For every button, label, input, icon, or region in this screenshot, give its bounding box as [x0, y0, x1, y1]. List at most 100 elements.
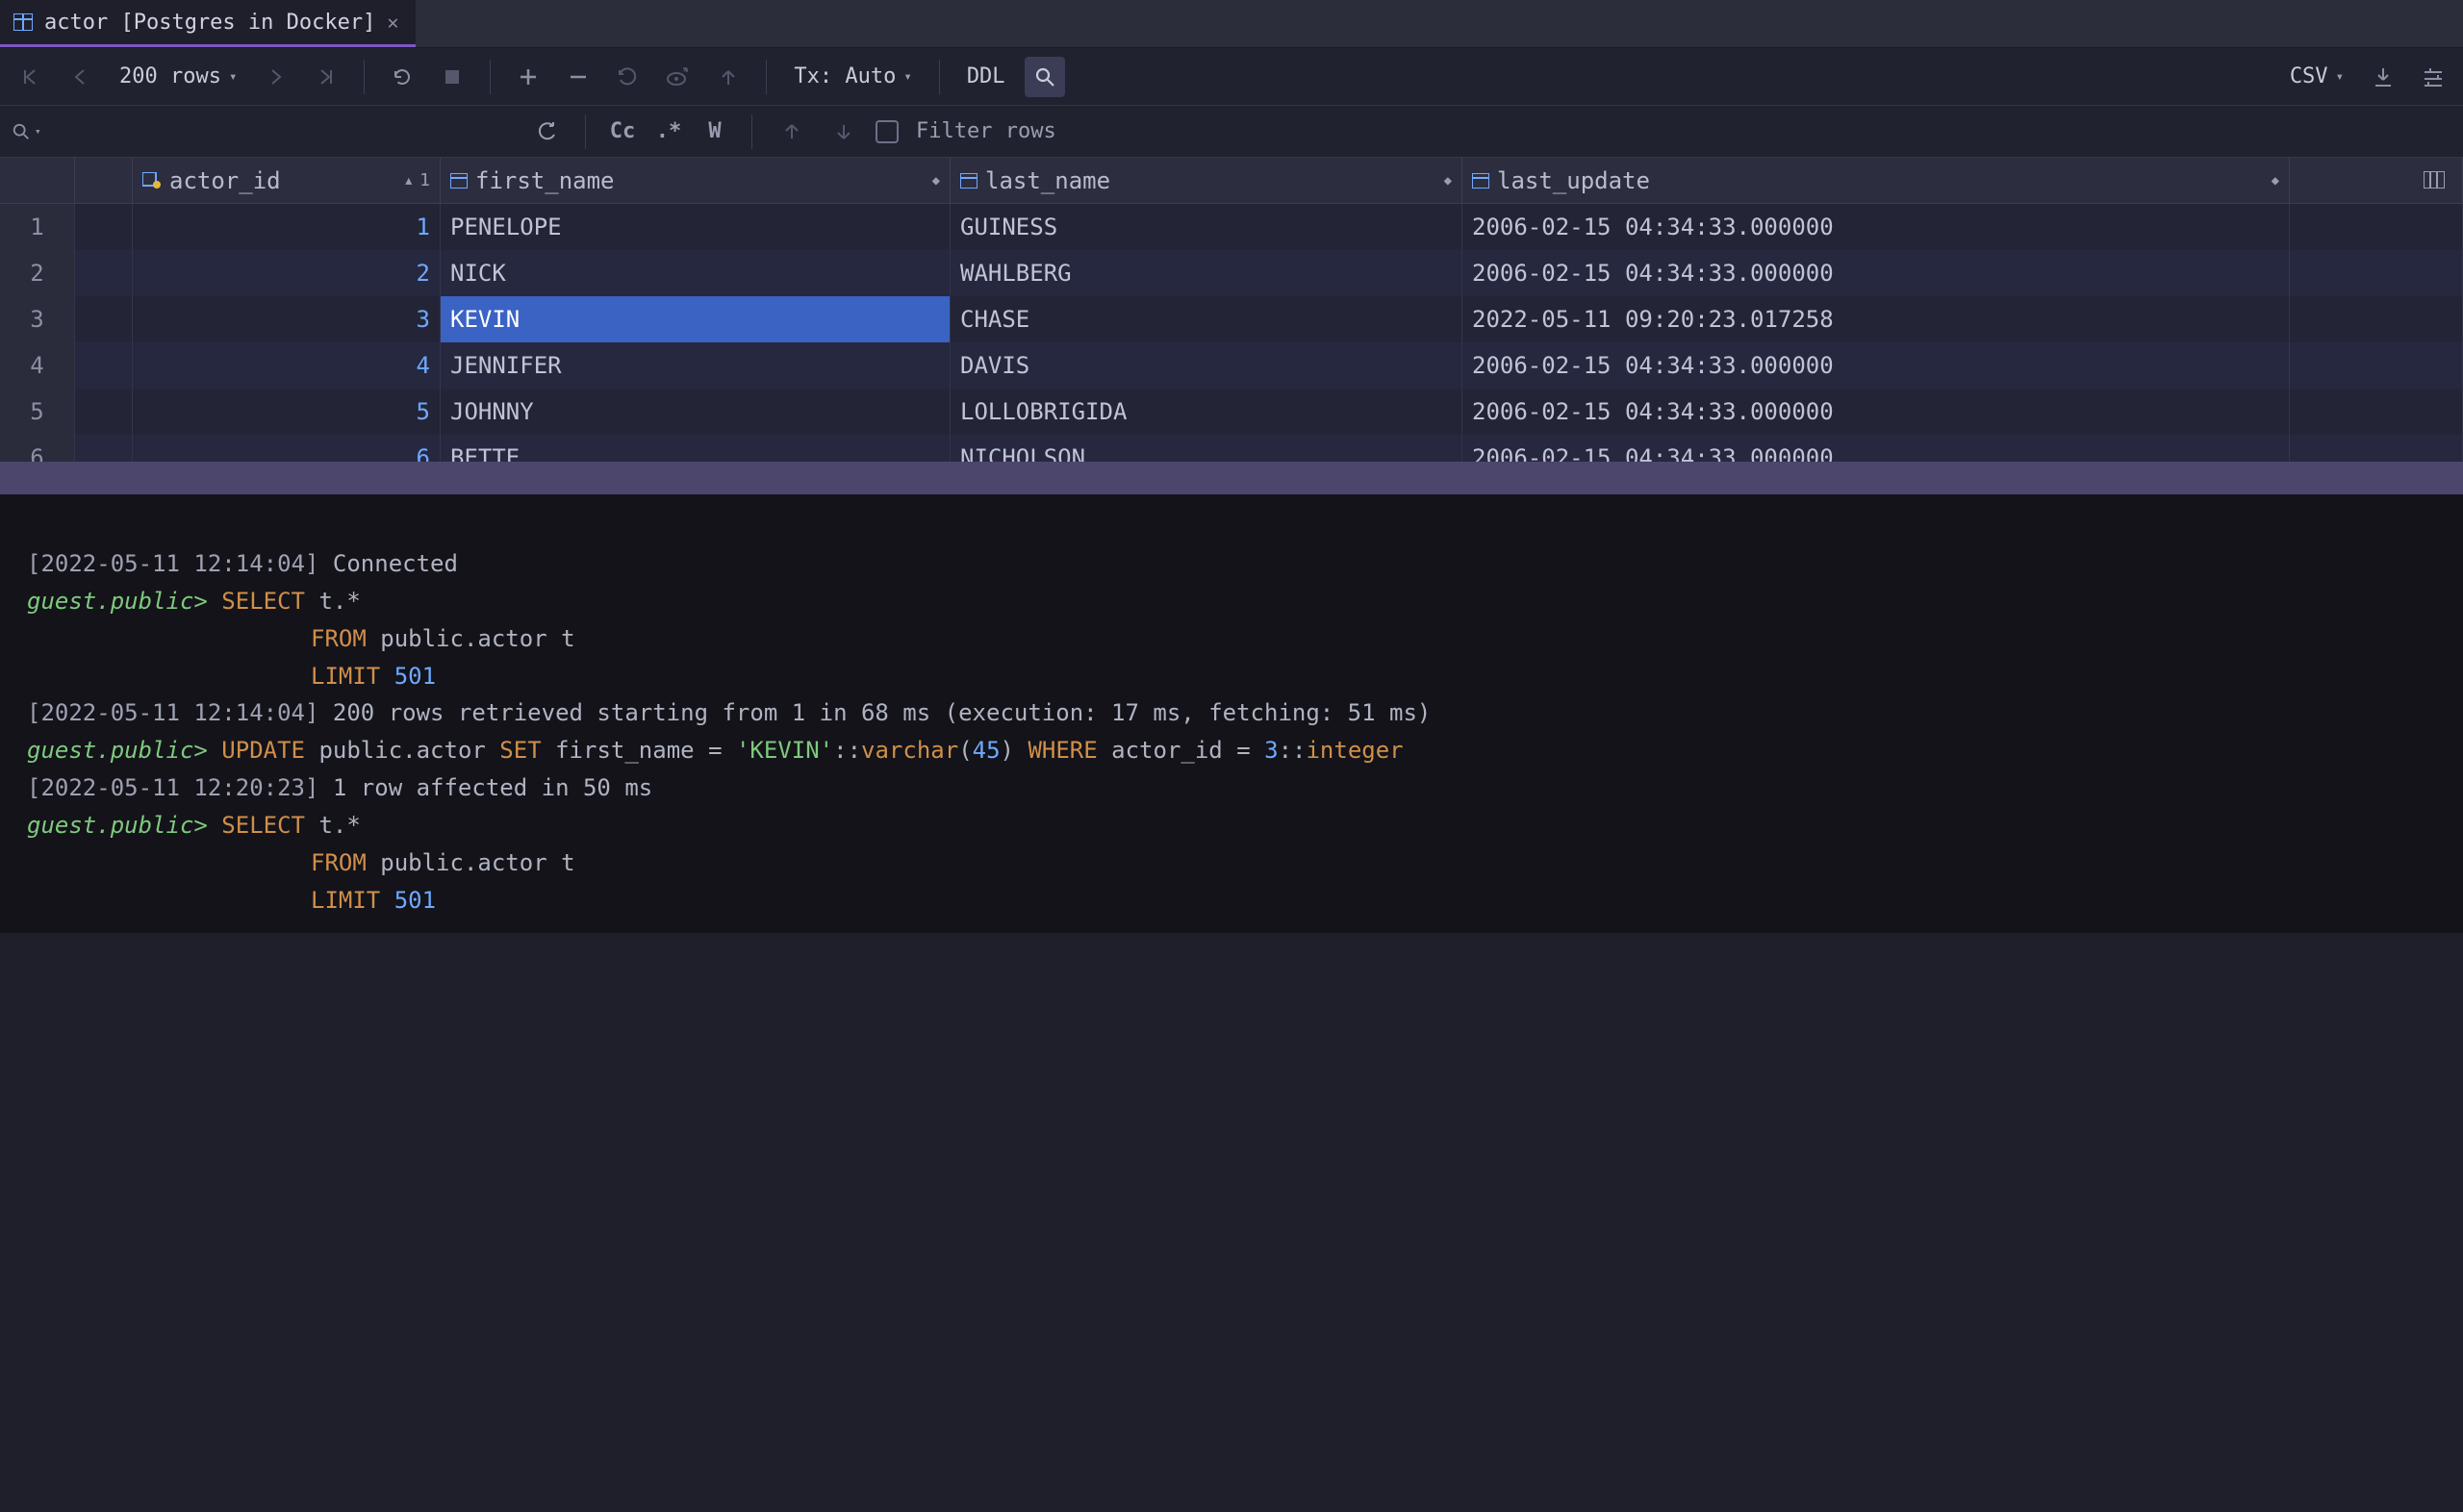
- splitter[interactable]: [0, 462, 2463, 494]
- key-column-icon: [142, 172, 162, 189]
- table-row[interactable]: 22NICKWAHLBERG2006-02-15 04:34:33.000000: [0, 250, 2463, 296]
- hidden-cell: [75, 389, 133, 435]
- row-number-header: [0, 158, 75, 203]
- last-page-button[interactable]: [306, 57, 346, 97]
- cell-first-name[interactable]: KEVIN: [441, 296, 951, 342]
- table-row[interactable]: 66BETTENICHOLSON2006-02-15 04:34:33.0000…: [0, 435, 2463, 462]
- table-body: 11PENELOPEGUINESS2006-02-15 04:34:33.000…: [0, 204, 2463, 462]
- table-icon: [13, 13, 33, 31]
- match-case-toggle[interactable]: Cc: [605, 114, 640, 149]
- filter-checkbox[interactable]: [876, 120, 899, 143]
- revert-button[interactable]: [608, 57, 648, 97]
- prev-match-button[interactable]: [772, 112, 812, 152]
- console-prompt: guest.public>: [27, 588, 208, 615]
- cell-last-name[interactable]: CHASE: [951, 296, 1462, 342]
- cell-last-update[interactable]: 2006-02-15 04:34:33.000000: [1462, 342, 2290, 389]
- hidden-cell: [75, 342, 133, 389]
- sort-chevron-icon: ◆: [2272, 173, 2279, 189]
- export-selector[interactable]: CSV ▾: [2280, 59, 2353, 94]
- cell-last-name[interactable]: LOLLOBRIGIDA: [951, 389, 1462, 435]
- chevron-down-icon: ▾: [903, 69, 911, 85]
- rows-selector[interactable]: 200 rows ▾: [110, 59, 246, 94]
- cell-last-update[interactable]: 2022-05-11 09:20:23.017258: [1462, 296, 2290, 342]
- column-header-last-update[interactable]: last_update ◆: [1462, 158, 2290, 203]
- cell-empty: [2290, 389, 2463, 435]
- cell-first-name[interactable]: PENELOPE: [441, 204, 951, 250]
- log-message: Connected: [333, 550, 458, 577]
- tab-actor[interactable]: actor [Postgres in Docker] ✕: [0, 0, 416, 47]
- cell-empty: [2290, 204, 2463, 250]
- cell-first-name[interactable]: JOHNNY: [441, 389, 951, 435]
- regex-toggle[interactable]: .*: [651, 114, 686, 149]
- column-name: last_name: [985, 167, 1110, 194]
- console-prompt: guest.public>: [27, 737, 208, 764]
- rows-label: 200 rows: [119, 64, 221, 88]
- table-row[interactable]: 44JENNIFERDAVIS2006-02-15 04:34:33.00000…: [0, 342, 2463, 389]
- column-icon: [960, 173, 978, 189]
- table-header: actor_id ▴ 1 first_name ◆ last_name ◆ la…: [0, 158, 2463, 204]
- ddl-button[interactable]: DDL: [957, 59, 1015, 94]
- words-toggle[interactable]: W: [698, 114, 732, 149]
- cell-actor-id[interactable]: 4: [133, 342, 441, 389]
- prev-page-button[interactable]: [60, 57, 100, 97]
- cell-actor-id[interactable]: 3: [133, 296, 441, 342]
- table-row[interactable]: 55JOHNNYLOLLOBRIGIDA2006-02-15 04:34:33.…: [0, 389, 2463, 435]
- column-name: first_name: [475, 167, 615, 194]
- stop-button[interactable]: [432, 57, 472, 97]
- cell-last-update[interactable]: 2006-02-15 04:34:33.000000: [1462, 435, 2290, 462]
- sort-chevron-icon: ◆: [1444, 173, 1452, 189]
- cell-actor-id[interactable]: 1: [133, 204, 441, 250]
- tx-mode-selector[interactable]: Tx: Auto ▾: [784, 59, 921, 94]
- cell-last-update[interactable]: 2006-02-15 04:34:33.000000: [1462, 250, 2290, 296]
- cell-actor-id[interactable]: 6: [133, 435, 441, 462]
- column-settings-button[interactable]: [2290, 158, 2463, 203]
- cell-first-name[interactable]: NICK: [441, 250, 951, 296]
- sort-chevron-icon: ◆: [932, 173, 940, 189]
- close-icon[interactable]: ✕: [387, 11, 398, 34]
- history-button[interactable]: [525, 112, 566, 152]
- settings-button[interactable]: [2413, 57, 2453, 97]
- cell-last-name[interactable]: WAHLBERG: [951, 250, 1462, 296]
- console-output: [2022-05-11 12:14:04] Connected guest.pu…: [0, 494, 2463, 933]
- chevron-down-icon: ▾: [35, 125, 41, 138]
- add-row-button[interactable]: [508, 57, 548, 97]
- column-header-actor-id[interactable]: actor_id ▴ 1: [133, 158, 441, 203]
- cell-actor-id[interactable]: 2: [133, 250, 441, 296]
- search-button[interactable]: [1025, 57, 1065, 97]
- next-match-button[interactable]: [824, 112, 864, 152]
- next-page-button[interactable]: [256, 57, 296, 97]
- download-button[interactable]: [2363, 57, 2403, 97]
- delete-row-button[interactable]: [558, 57, 598, 97]
- local-search-button[interactable]: ▾: [12, 122, 41, 141]
- hidden-cell: [75, 250, 133, 296]
- column-header-last-name[interactable]: last_name ◆: [951, 158, 1462, 203]
- cell-first-name[interactable]: BETTE: [441, 435, 951, 462]
- table-row[interactable]: 33KEVINCHASE2022-05-11 09:20:23.017258: [0, 296, 2463, 342]
- ddl-label: DDL: [967, 64, 1005, 88]
- cell-last-name[interactable]: DAVIS: [951, 342, 1462, 389]
- column-icon: [1472, 173, 1489, 189]
- log-message: 1 row affected in 50 ms: [333, 774, 652, 801]
- tx-label: Tx: Auto: [794, 64, 896, 88]
- cell-last-name[interactable]: NICHOLSON: [951, 435, 1462, 462]
- refresh-button[interactable]: [382, 57, 422, 97]
- hidden-cell: [75, 204, 133, 250]
- first-page-button[interactable]: [10, 57, 50, 97]
- chevron-down-icon: ▾: [229, 69, 237, 85]
- cell-last-name[interactable]: GUINESS: [951, 204, 1462, 250]
- export-label: CSV: [2290, 64, 2328, 88]
- preview-changes-button[interactable]: [658, 57, 698, 97]
- cell-last-update[interactable]: 2006-02-15 04:34:33.000000: [1462, 204, 2290, 250]
- cell-actor-id[interactable]: 5: [133, 389, 441, 435]
- submit-button[interactable]: [708, 57, 749, 97]
- hidden-cell: [75, 435, 133, 462]
- log-timestamp: [2022-05-11 12:14:04]: [27, 699, 318, 726]
- filter-bar: ▾ Cc .* W Filter rows: [0, 106, 2463, 158]
- cell-first-name[interactable]: JENNIFER: [441, 342, 951, 389]
- cell-last-update[interactable]: 2006-02-15 04:34:33.000000: [1462, 389, 2290, 435]
- table-row[interactable]: 11PENELOPEGUINESS2006-02-15 04:34:33.000…: [0, 204, 2463, 250]
- hidden-col-header: [75, 158, 133, 203]
- row-number: 1: [0, 204, 75, 250]
- column-header-first-name[interactable]: first_name ◆: [441, 158, 951, 203]
- columns-icon: [2424, 167, 2445, 194]
